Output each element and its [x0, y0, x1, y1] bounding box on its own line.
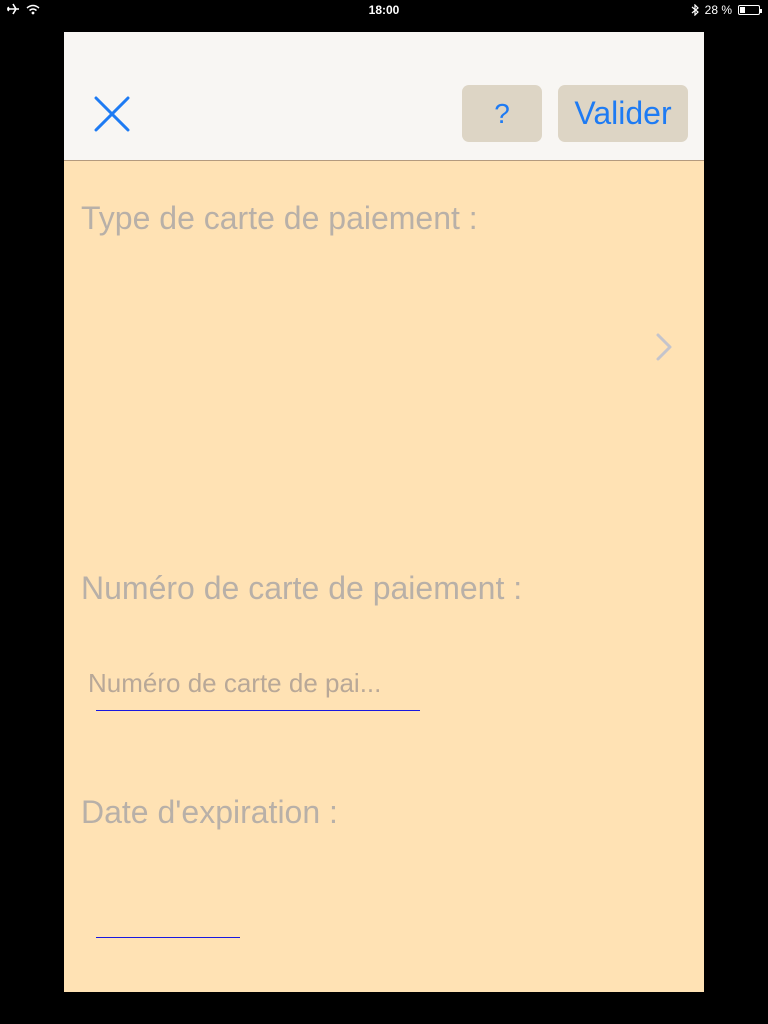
status-time: 18:00	[368, 3, 400, 17]
card-type-selector[interactable]	[64, 272, 704, 422]
card-number-input[interactable]	[88, 658, 418, 708]
battery-percent: 28 %	[704, 3, 732, 17]
payment-card-modal: ? Valider Type de carte de paiement : Nu…	[64, 32, 704, 992]
status-bar: 18:00 28 %	[0, 0, 768, 20]
validate-button[interactable]: Valider	[558, 85, 688, 142]
modal-navbar: ? Valider	[64, 32, 704, 161]
card-type-label: Type de carte de paiement :	[81, 200, 478, 236]
expiry-date-label: Date d'expiration :	[81, 794, 338, 830]
battery-level	[740, 7, 746, 13]
help-button[interactable]: ?	[462, 85, 542, 142]
expiry-date-underline	[96, 937, 240, 938]
chevron-right-icon	[656, 333, 672, 361]
close-icon	[94, 96, 130, 132]
card-number-label: Numéro de carte de paiement :	[81, 570, 523, 606]
battery-icon	[738, 5, 762, 15]
expiry-date-field[interactable]	[96, 892, 240, 938]
bluetooth-icon	[691, 4, 699, 16]
status-right: 28 %	[691, 3, 762, 17]
card-number-underline	[96, 710, 420, 711]
close-button[interactable]	[92, 94, 132, 134]
